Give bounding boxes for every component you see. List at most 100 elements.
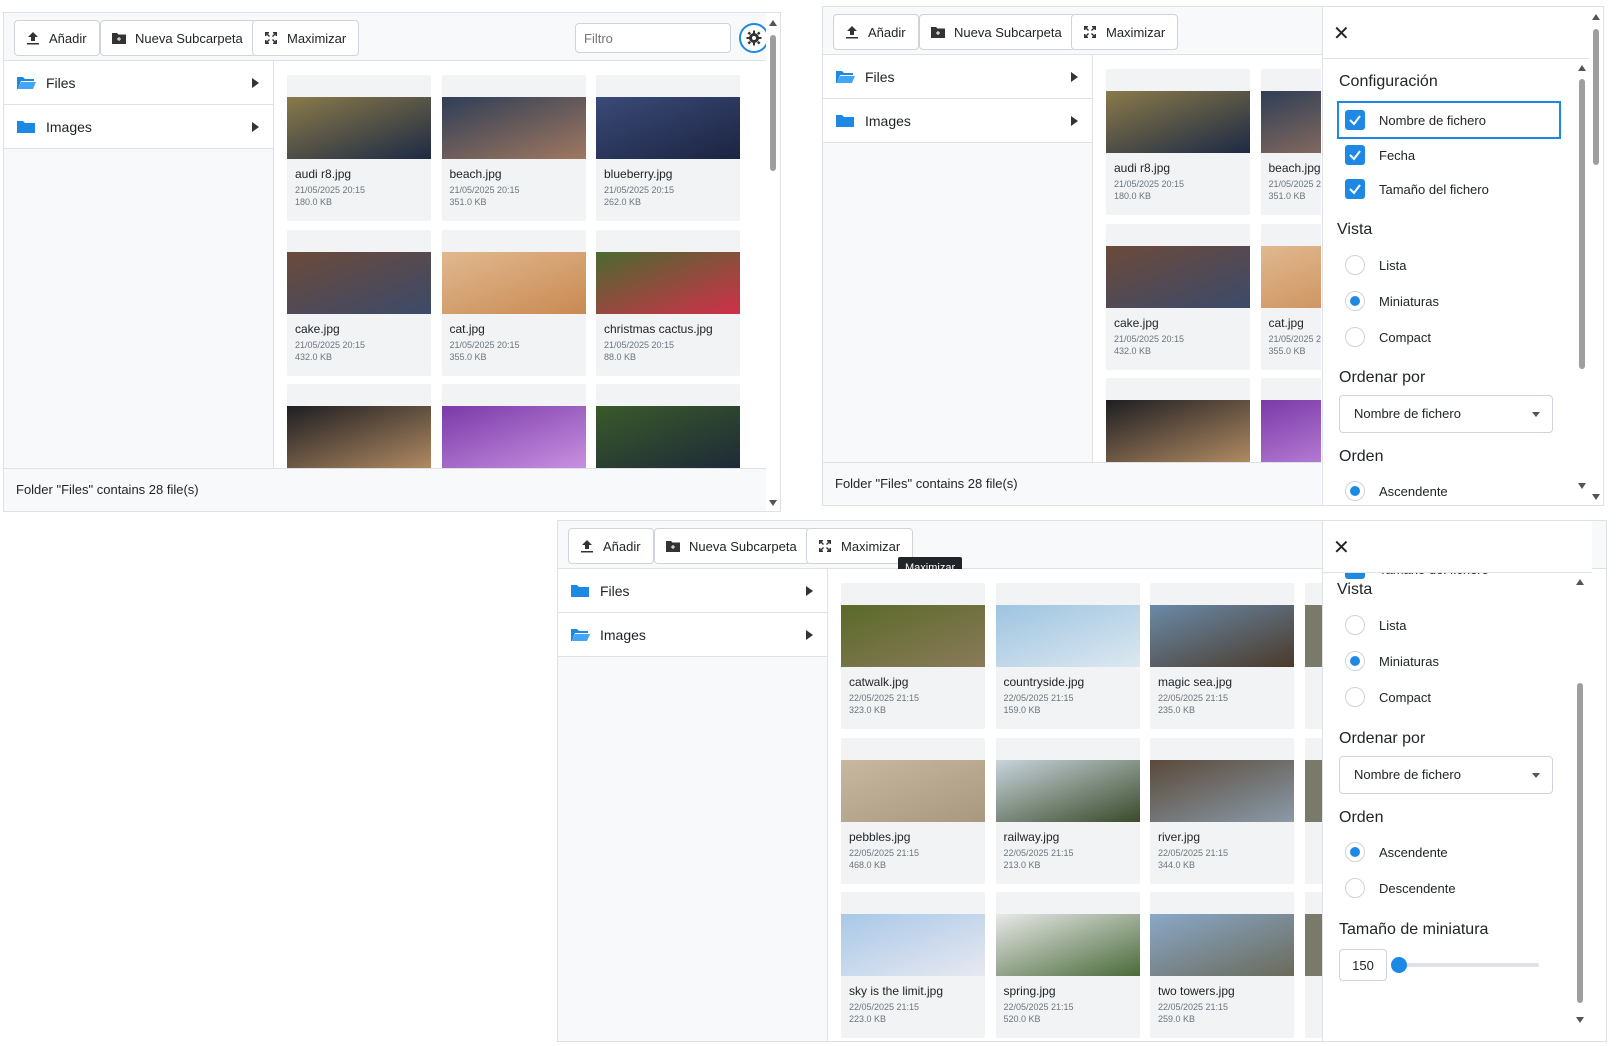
checkbox-date[interactable]: Fecha	[1345, 145, 1415, 165]
scroll-down-icon[interactable]	[1576, 1017, 1584, 1023]
file-date: 21/05/2025 20:15	[1268, 333, 1322, 344]
scroll-thumb[interactable]	[770, 35, 776, 171]
slider-handle[interactable]	[1391, 957, 1407, 973]
radio-order-ascending[interactable]: Ascendente	[1345, 481, 1448, 501]
sidebar-item-files[interactable]: Files	[823, 55, 1092, 99]
sidebar-item-files[interactable]: Files	[558, 569, 827, 613]
file-size: 223.0 KB	[849, 1014, 887, 1024]
new-folder-button[interactable]: Nueva Subcarpeta	[654, 528, 810, 564]
scroll-down-icon[interactable]	[1592, 494, 1600, 500]
close-icon[interactable]: ✕	[1333, 21, 1350, 46]
scroll-down-icon[interactable]	[769, 500, 777, 506]
scroll-up-icon[interactable]	[1592, 14, 1600, 20]
new-folder-button[interactable]: Nueva Subcarpeta	[919, 14, 1075, 50]
add-button[interactable]: Añadir	[14, 20, 100, 56]
scroll-up-icon[interactable]	[1576, 579, 1584, 585]
thumb-size-slider[interactable]	[1391, 957, 1539, 973]
checkbox-filesize[interactable]: Tamaño del fichero	[1345, 179, 1489, 199]
file-card[interactable]: countryside.jpg 22/05/2025 21:15 159.0 KB	[995, 583, 1140, 729]
radio-icon	[1345, 291, 1365, 311]
checkbox-filename[interactable]: Nombre de fichero	[1345, 110, 1486, 130]
settings-button[interactable]	[739, 23, 769, 53]
chevron-down-icon	[1532, 412, 1540, 417]
vertical-scrollbar[interactable]	[1589, 7, 1603, 505]
radio-label: Descendente	[1379, 880, 1456, 896]
file-card[interactable]: cake.jpg 21/05/2025 20:15 432.0 KB	[1106, 223, 1250, 370]
close-icon[interactable]: ✕	[1333, 535, 1350, 560]
file-name: cat.jpg	[1268, 315, 1304, 330]
chevron-right-icon[interactable]	[1071, 115, 1078, 126]
file-card[interactable]: cat.jpg 21/05/2025 20:15355.0 KB	[441, 229, 586, 376]
file-card[interactable]: two towers.jpg 22/05/2025 21:15 259.0 KB	[1150, 892, 1294, 1038]
scroll-thumb[interactable]	[1577, 683, 1583, 1003]
file-card[interactable]	[1304, 583, 1323, 729]
sidebar-item-images[interactable]: Images	[558, 613, 827, 657]
add-button[interactable]: Añadir	[833, 14, 919, 50]
file-card[interactable]: blueberry.jpg 21/05/2025 20:15 262.0 KB	[596, 75, 740, 221]
vertical-scrollbar[interactable]	[766, 13, 780, 511]
radio-view-compact[interactable]: Compact	[1345, 327, 1431, 347]
new-folder-button[interactable]: Nueva Subcarpeta	[100, 20, 256, 56]
radio-label: Miniaturas	[1379, 293, 1439, 309]
file-card[interactable]: river.jpg 22/05/2025 21:15 344.0 KB	[1150, 737, 1294, 884]
radio-view-compact[interactable]: Compact	[1345, 687, 1431, 707]
chevron-right-icon[interactable]	[806, 629, 813, 640]
view-title: Vista	[1337, 221, 1373, 238]
file-card[interactable]	[287, 384, 431, 470]
radio-order-descending[interactable]: Descendente	[1345, 878, 1456, 898]
radio-view-list[interactable]: Lista	[1345, 255, 1406, 275]
chevron-right-icon[interactable]	[252, 77, 259, 88]
sidebar-item-files[interactable]: Files	[4, 61, 273, 105]
file-card[interactable]	[1304, 737, 1323, 884]
file-card[interactable]: christmas cactus.jpg 21/05/2025 20:15 88.0…	[596, 229, 740, 376]
file-card[interactable]: railway.jpg 22/05/2025 21:15 213.0 KB	[995, 737, 1140, 884]
radio-view-thumbnails[interactable]: Miniaturas	[1345, 651, 1439, 671]
sort-select[interactable]: Nombre de fichero	[1339, 756, 1553, 794]
scroll-up-icon[interactable]	[769, 20, 777, 26]
config-scrollbar[interactable]	[1573, 573, 1587, 1041]
chevron-right-icon[interactable]	[1071, 71, 1078, 82]
file-card[interactable]: audi r8.jpg 21/05/2025 20:15 180.0 KB	[287, 75, 431, 221]
thumbnail-image	[596, 97, 740, 159]
add-button[interactable]: Añadir	[568, 528, 654, 564]
config-scrollbar[interactable]	[1575, 59, 1589, 505]
thumbnail-image	[441, 97, 586, 159]
thumb-size-input[interactable]: 150	[1339, 949, 1387, 981]
radio-order-ascending[interactable]: Ascendente	[1345, 842, 1448, 862]
file-name: beach.jpg	[449, 167, 502, 181]
file-card[interactable]: cat.jpg 21/05/2025 20:15355.0 KB	[1260, 223, 1322, 370]
file-card[interactable]: spring.jpg 22/05/2025 21:15 520.0 KB	[995, 892, 1140, 1038]
scroll-thumb[interactable]	[1579, 79, 1585, 369]
scroll-thumb[interactable]	[1593, 29, 1599, 165]
file-card[interactable]	[596, 384, 740, 470]
scroll-up-icon[interactable]	[1578, 65, 1586, 71]
sort-select[interactable]: Nombre de fichero	[1339, 395, 1553, 433]
file-card[interactable]: sky is the limit.jpg 22/05/2025 21:15 223.…	[841, 892, 985, 1038]
file-card[interactable]: catwalk.jpg 22/05/2025 21:15 323.0 KB	[841, 583, 985, 729]
file-date: 22/05/2025 21:15	[849, 1002, 920, 1012]
file-card[interactable]: pebbles.jpg 22/05/2025 21:15 468.0 KB	[841, 737, 985, 884]
file-card[interactable]: magic sea.jpg 22/05/2025 21:15 235.0 KB	[1150, 583, 1294, 729]
chevron-right-icon[interactable]	[806, 585, 813, 596]
file-card[interactable]: audi r8.jpg 21/05/2025 20:15 180.0 KB	[1106, 69, 1250, 215]
file-card[interactable]: beach.jpg 21/05/2025 20:15 351.0 KB	[441, 75, 586, 221]
file-card[interactable]: beach.jpg 21/05/2025 20:15 351.0 KB	[1260, 69, 1321, 215]
sidebar-item-images[interactable]: Images	[823, 99, 1092, 143]
maximize-icon	[1084, 26, 1096, 38]
file-card[interactable]	[441, 384, 586, 470]
file-date: 21/05/2025 20:15	[295, 185, 366, 195]
file-card[interactable]: cake.jpg 21/05/2025 20:15 432.0 KB	[287, 229, 431, 376]
file-size: 88.0 KB	[604, 351, 637, 362]
file-card[interactable]	[1106, 378, 1250, 464]
maximize-button[interactable]: Maximizar	[252, 20, 360, 56]
file-card[interactable]	[1304, 892, 1323, 1038]
upload-icon	[27, 32, 39, 45]
chevron-right-icon[interactable]	[252, 121, 259, 132]
radio-view-list[interactable]: Lista	[1345, 615, 1406, 635]
sidebar-item-images[interactable]: Images	[4, 105, 273, 149]
filter-input[interactable]	[575, 23, 731, 53]
file-card[interactable]	[1260, 378, 1321, 464]
scroll-down-icon[interactable]	[1578, 483, 1586, 489]
radio-view-thumbnails[interactable]: Miniaturas	[1345, 291, 1439, 311]
maximize-button[interactable]: Maximizar	[1071, 14, 1179, 50]
